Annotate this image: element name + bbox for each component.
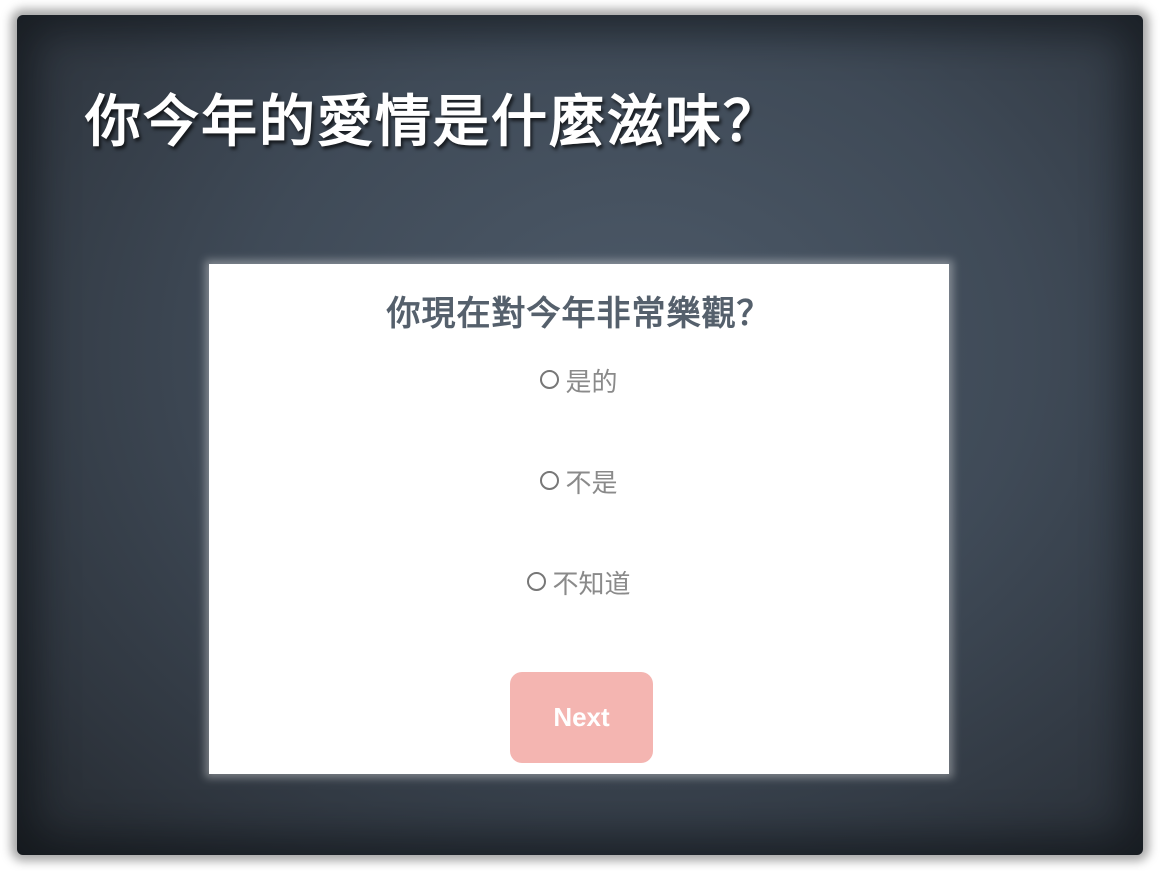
option-yes[interactable]: 是的 [209,362,949,399]
next-button[interactable]: Next [510,672,653,763]
option-label: 是的 [565,368,618,398]
option-label: 不知道 [552,570,631,600]
radio-unchecked-icon[interactable] [527,572,547,591]
radio-unchecked-icon[interactable] [540,471,560,490]
option-no[interactable]: 不是 [209,463,949,500]
quiz-frame: 你今年的愛情是什麼滋味？ 你現在對今年非常樂觀？ 是的 不是 不知道 Next [17,15,1143,855]
radio-unchecked-icon[interactable] [540,370,560,389]
option-dont-know[interactable]: 不知道 [209,564,949,601]
question-text: 你現在對今年非常樂觀？ [386,294,772,334]
option-label: 不是 [565,469,618,499]
question-card: 你現在對今年非常樂觀？ 是的 不是 不知道 Next [209,264,949,774]
page-headline: 你今年的愛情是什麼滋味？ [85,90,781,155]
